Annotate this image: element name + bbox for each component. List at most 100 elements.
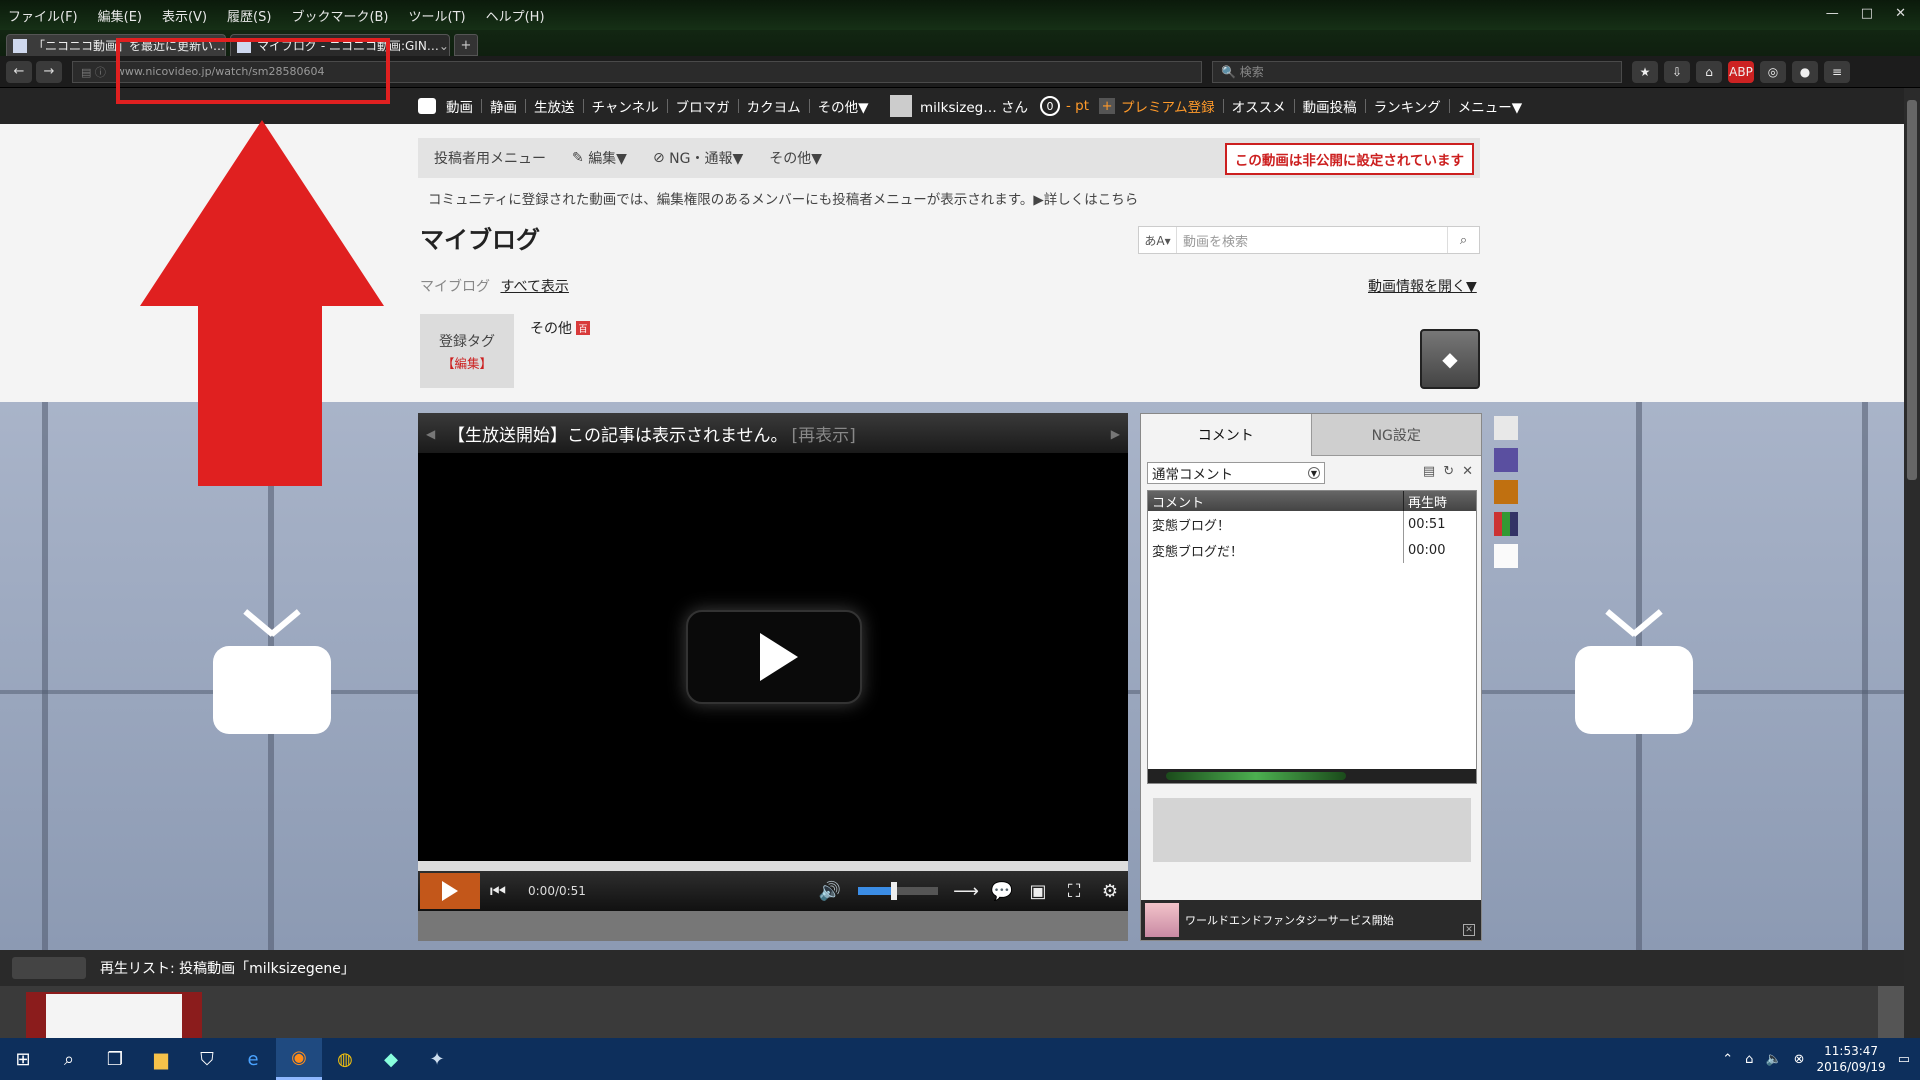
scrollbar-thumb[interactable] [1166,772,1346,780]
menu-edit[interactable]: 編集(E) [98,6,142,25]
nav-kakuyomu[interactable]: カクヨム [747,96,801,116]
back-button[interactable]: ← [6,60,32,83]
nav-live[interactable]: 生放送 [534,96,575,116]
niconico-logo-icon[interactable] [418,98,436,114]
close-icon[interactable]: ✕ [1462,464,1473,479]
extension-color-icon[interactable]: ● [1792,60,1818,83]
volume-icon[interactable]: 🔈 [1765,1052,1781,1067]
big-play-button[interactable] [686,610,862,704]
repeat-icon[interactable]: ⟶ [948,873,984,909]
nav-menu[interactable]: メニュー▼ [1458,96,1522,116]
playlist-item[interactable] [26,992,202,1038]
settings-gear-icon[interactable]: ⚙ [1092,873,1128,909]
minimize-button[interactable]: — [1826,6,1839,21]
forward-button[interactable]: → [36,60,62,83]
table-row[interactable]: 変態ブログ！ 00:51 [1148,511,1476,537]
comment-scrollbar[interactable] [1148,769,1476,783]
disabled-icon[interactable]: ⊗ [1794,1052,1805,1067]
close-icon[interactable]: ✕ [1463,924,1475,936]
home-icon[interactable]: ⌂ [1696,60,1722,83]
maximize-button[interactable]: □ [1861,6,1873,21]
marquee-banner[interactable]: ◀ 【生放送開始】この記事は表示されません。 [再表示] ▶ [418,413,1128,453]
skip-back-icon[interactable]: ⏮ [480,873,516,909]
windows-start-icon[interactable]: ⊞ [0,1038,46,1080]
network-icon[interactable]: ⌂ [1745,1052,1753,1067]
nav-seiga[interactable]: 静画 [490,96,517,116]
owner-other-button[interactable]: その他▼ [769,148,822,168]
edge-icon[interactable]: e [230,1038,276,1080]
playlist-controls[interactable] [12,957,86,979]
volume-slider[interactable] [858,882,938,900]
dictionary-icon[interactable]: 百 [576,321,590,335]
hamburger-menu-icon[interactable]: ≡ [1824,60,1850,83]
news-ticker[interactable]: ワールドエンドファンタジーサービス開始 ✕ [1141,900,1481,940]
blank-icon[interactable] [1494,544,1518,568]
new-tab-button[interactable]: + [454,34,478,56]
chevron-up-icon[interactable]: ⌃ [1722,1052,1733,1067]
comment-list-icon[interactable]: ▤ [1423,464,1435,479]
nav-douga[interactable]: 動画 [446,96,473,116]
menu-history[interactable]: 履歴(S) [227,6,271,25]
menu-view[interactable]: 表示(V) [162,6,207,25]
tab-comment[interactable]: コメント [1141,414,1311,456]
action-center-icon[interactable]: ▭ [1898,1052,1910,1067]
browser-search-input[interactable]: 🔍 検索 [1212,60,1622,83]
volume-knob[interactable] [891,882,897,900]
app-icon[interactable]: ◆ [368,1038,414,1080]
video-search-input[interactable]: 動画を検索 [1177,231,1447,250]
marquee-prev-icon[interactable]: ◀ [426,427,435,441]
nav-other[interactable]: その他▼ [818,96,869,116]
clock[interactable]: 11:53:47 2016/09/19 [1817,1043,1886,1075]
screen-mode-icon[interactable]: ▣ [1020,873,1056,909]
refresh-icon[interactable]: ↻ [1443,464,1454,479]
close-window-button[interactable]: ✕ [1895,6,1906,21]
ng-report-button[interactable]: ⊘ NG・通報▼ [653,148,743,168]
site-info-icon[interactable]: ▤ ⓘ [81,64,106,80]
column-header-comment[interactable]: コメント [1148,491,1404,511]
playlist-scrollbar[interactable] [1878,986,1904,1038]
fullscreen-icon[interactable]: ⛶ [1056,873,1092,909]
firefox-icon[interactable]: ◉ [276,1038,322,1080]
nav-recommend[interactable]: オススメ [1232,96,1286,116]
menu-file[interactable]: ファイル(F) [8,6,78,25]
store-icon[interactable]: ⛉ [184,1038,230,1080]
bookmark-star-icon[interactable]: ★ [1632,60,1658,83]
nav-channel[interactable]: チャンネル [592,96,659,116]
column-header-time[interactable]: 再生時 [1404,491,1476,511]
app-icon[interactable]: ✦ [414,1038,460,1080]
page-scrollbar[interactable] [1904,88,1920,1038]
avatar[interactable] [890,95,912,117]
marquee-redisplay-link[interactable]: [再表示] [792,421,856,446]
user-name[interactable]: milksizeg… さん [920,96,1028,116]
extension-icon[interactable]: ◎ [1760,60,1786,83]
share-page-icon[interactable] [1494,416,1518,440]
edit-menu-button[interactable]: ✎ 編集▼ [572,148,627,168]
comment-input-bar[interactable] [418,911,1128,941]
adblock-icon[interactable]: ABP [1728,60,1754,83]
menu-tools[interactable]: ツール(T) [409,6,466,25]
table-row[interactable]: 変態ブログだ！ 00:00 [1148,537,1476,563]
menu-help[interactable]: ヘルプ(H) [486,6,545,25]
tag-item[interactable]: その他 百 [530,318,590,338]
search-icon[interactable]: ⌕ [46,1038,92,1080]
uploader-icon[interactable]: ◆ [1420,329,1480,389]
task-view-icon[interactable]: ❐ [92,1038,138,1080]
nav-blomaga[interactable]: ブロマガ [676,96,730,116]
play-button[interactable] [420,873,480,909]
video-screen[interactable] [418,453,1128,861]
scrollbar-thumb[interactable] [1907,100,1917,480]
nav-ranking[interactable]: ランキング [1374,96,1441,116]
download-icon[interactable]: ⇩ [1664,60,1690,83]
file-explorer-icon[interactable]: ▆ [138,1038,184,1080]
tab-close-icon[interactable]: ⌄ [439,39,449,53]
premium-link[interactable]: プレミアム登録 [1121,96,1215,116]
comment-type-select[interactable]: 通常コメント ▼ [1147,462,1325,484]
tag-edit-link[interactable]: 【編集】 [442,353,492,372]
nav-upload[interactable]: 動画投稿 [1303,96,1357,116]
tag-label[interactable]: その他 [530,318,572,338]
marquee-next-icon[interactable]: ▶ [1111,427,1120,441]
nicoapp-icon[interactable] [1494,448,1518,472]
search-icon[interactable]: ⌕ [1447,227,1479,253]
chrome-icon[interactable]: ◍ [322,1038,368,1080]
volume-icon[interactable]: 🔊 [812,873,848,909]
